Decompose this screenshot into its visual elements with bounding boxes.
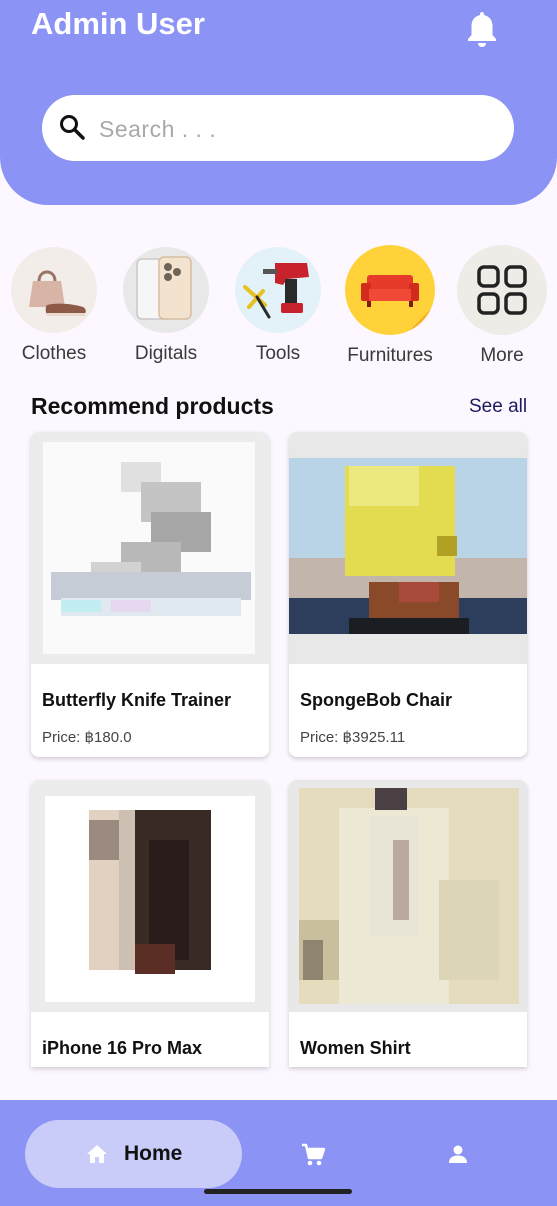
product-image <box>289 780 527 1012</box>
page-title: Admin User <box>31 6 205 41</box>
category-label: Tools <box>255 343 301 364</box>
product-name: SpongeBob Chair <box>300 690 452 710</box>
product-image <box>31 432 269 664</box>
category-label: Furnitures <box>347 345 433 366</box>
clothes-icon <box>11 247 97 333</box>
category-clothes[interactable]: Clothes <box>8 247 100 365</box>
category-tools[interactable]: Tools <box>232 247 324 365</box>
search-placeholder: Search . . . <box>99 116 217 142</box>
sofa-icon <box>345 245 435 335</box>
bell-icon[interactable] <box>464 9 500 49</box>
product-image <box>31 780 269 1012</box>
grid-icon <box>457 245 547 335</box>
product-name: Butterfly Knife Trainer <box>42 690 232 710</box>
product-card[interactable]: SpongeBob Chair Price: ฿3925.11 <box>289 432 527 757</box>
cart-icon[interactable] <box>300 1142 326 1168</box>
nav-home-button[interactable]: Home <box>25 1120 242 1188</box>
person-icon[interactable] <box>446 1142 470 1166</box>
category-label: More <box>480 345 524 366</box>
product-price: Price: ฿3925.11 <box>300 729 406 746</box>
home-icon <box>87 1145 107 1163</box>
product-name: Women Shirt <box>300 1038 411 1058</box>
product-name: iPhone 16 Pro Max <box>42 1038 203 1058</box>
product-image <box>289 432 527 664</box>
product-card[interactable]: Women Shirt <box>289 780 527 1067</box>
category-furnitures[interactable]: Furnitures <box>344 245 436 367</box>
phone-icon <box>123 247 209 333</box>
section-title: Recommend products <box>31 393 274 419</box>
product-card[interactable]: iPhone 16 Pro Max <box>31 780 269 1067</box>
home-indicator <box>204 1189 352 1194</box>
category-label: Clothes <box>21 343 87 364</box>
product-card[interactable]: Butterfly Knife Trainer Price: ฿180.0 <box>31 432 269 757</box>
category-more[interactable]: More <box>456 245 548 367</box>
drill-icon <box>235 247 321 333</box>
see-all-link[interactable]: See all <box>469 396 527 418</box>
nav-home-label: Home <box>124 1142 183 1165</box>
search-input[interactable]: Search . . . <box>42 95 514 161</box>
product-price: Price: ฿180.0 <box>42 729 132 746</box>
category-label: Digitals <box>134 343 198 364</box>
category-digitals[interactable]: Digitals <box>120 247 212 365</box>
search-icon <box>60 115 85 140</box>
header: Admin User Search . . . <box>0 0 557 205</box>
